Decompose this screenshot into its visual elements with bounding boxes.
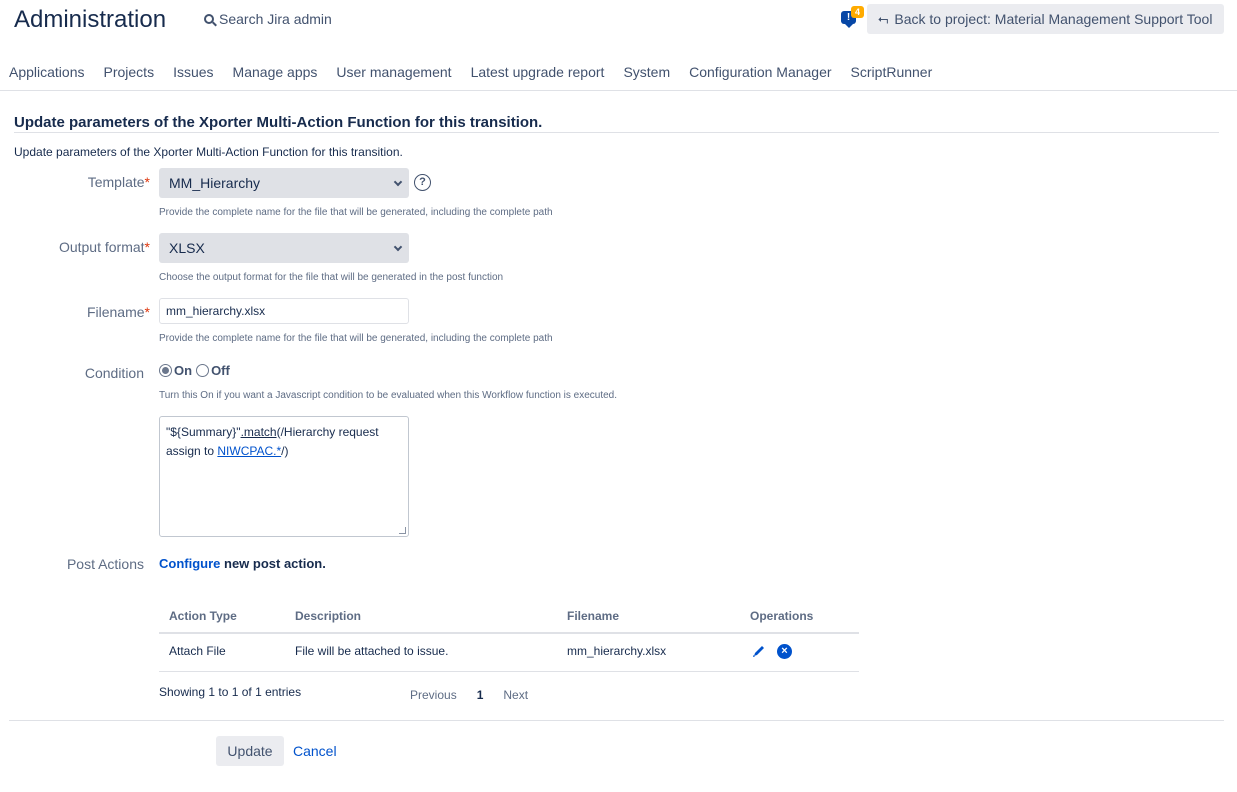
condition-description: Turn this On if you want a Javascript co… — [159, 390, 617, 401]
search-icon — [204, 14, 214, 24]
output-format-value: XLSX — [169, 240, 205, 256]
chevron-down-icon — [394, 243, 402, 251]
search-label: Search Jira admin — [219, 11, 332, 27]
template-label: Template* — [0, 174, 150, 190]
condition-on-radio[interactable] — [159, 364, 172, 377]
header-description: Description — [295, 609, 361, 623]
output-format-description: Choose the output format for the file th… — [159, 272, 503, 283]
intro-text: Update parameters of the Xporter Multi-A… — [14, 145, 403, 159]
condition-off-label[interactable]: Off — [211, 363, 230, 378]
post-actions-label: Post Actions — [0, 556, 144, 572]
nav-configuration-manager[interactable]: Configuration Manager — [680, 62, 841, 88]
nav-scriptrunner[interactable]: ScriptRunner — [842, 62, 943, 88]
table-header-divider — [159, 632, 859, 634]
configure-rest: new post action. — [220, 556, 325, 571]
code-summary: "${Summary}" — [166, 425, 241, 439]
pagination: Previous 1 Next — [410, 688, 548, 702]
filename-label: Filename* — [0, 304, 150, 320]
output-format-select[interactable]: XLSX — [159, 233, 409, 263]
back-to-project-label: Back to project: Material Management Sup… — [894, 11, 1212, 27]
code-project-key: NIWCPAC.* — [217, 444, 281, 458]
back-arrow-icon: ⮢ — [878, 11, 888, 27]
required-mark: * — [145, 174, 150, 190]
configure-row: Configure new post action. — [159, 556, 326, 571]
table-entries-info: Showing 1 to 1 of 1 entries — [159, 685, 301, 699]
condition-off-radio[interactable] — [196, 364, 209, 377]
nav-projects[interactable]: Projects — [95, 62, 165, 88]
page-title: Administration — [14, 6, 166, 34]
back-to-project-button[interactable]: ⮢ Back to project: Material Management S… — [867, 4, 1224, 34]
output-format-label: Output format* — [0, 239, 150, 255]
template-description: Provide the complete name for the file t… — [159, 207, 553, 218]
filename-description: Provide the complete name for the file t… — [159, 333, 553, 344]
header-filename: Filename — [567, 609, 619, 623]
nav-system[interactable]: System — [614, 62, 680, 88]
output-format-label-text: Output format — [59, 239, 145, 255]
template-label-text: Template — [88, 174, 145, 190]
required-mark: * — [145, 304, 150, 320]
header-action-type: Action Type — [169, 609, 237, 623]
filename-input[interactable]: mm_hierarchy.xlsx — [159, 298, 409, 324]
condition-script-textarea[interactable]: "${Summary}".match(/Hierarchy request as… — [159, 416, 409, 537]
nav-issues[interactable]: Issues — [164, 62, 223, 88]
resize-handle[interactable] — [399, 527, 406, 534]
edit-icon[interactable] — [752, 644, 766, 658]
help-icon[interactable]: ? — [414, 174, 431, 191]
filename-label-text: Filename — [87, 304, 145, 320]
delete-icon[interactable]: × — [777, 644, 792, 659]
pager-next[interactable]: Next — [503, 688, 528, 702]
code-match: .match — [241, 425, 277, 439]
nav-applications[interactable]: Applications — [0, 62, 95, 88]
template-value: MM_Hierarchy — [169, 175, 260, 191]
header-operations: Operations — [750, 609, 813, 623]
footer-divider — [9, 720, 1224, 721]
header: Administration Search Jira admin ! 4 ⮢ B… — [0, 0, 1237, 44]
notification-button[interactable]: ! 4 — [841, 6, 865, 28]
required-mark: * — [145, 239, 150, 255]
nav-latest-upgrade-report[interactable]: Latest upgrade report — [462, 62, 615, 88]
cell-description: File will be attached to issue. — [295, 644, 448, 658]
nav-divider — [0, 90, 1237, 91]
condition-on-label[interactable]: On — [174, 363, 192, 378]
chevron-down-icon — [394, 178, 402, 186]
table-row-divider — [159, 671, 859, 672]
condition-label: Condition — [0, 365, 144, 381]
configure-link[interactable]: Configure — [159, 556, 220, 571]
code-end: /) — [281, 444, 288, 458]
nav-manage-apps[interactable]: Manage apps — [224, 62, 328, 88]
update-button[interactable]: Update — [216, 736, 284, 766]
section-divider — [14, 132, 1219, 133]
pager-current-page[interactable]: 1 — [477, 688, 484, 702]
condition-radio-group: On Off — [159, 363, 234, 378]
pager-previous[interactable]: Previous — [410, 688, 457, 702]
section-title: Update parameters of the Xporter Multi-A… — [14, 114, 542, 131]
cell-filename: mm_hierarchy.xlsx — [567, 644, 666, 658]
notification-count: 4 — [851, 6, 864, 18]
nav-user-management[interactable]: User management — [327, 62, 461, 88]
cancel-link[interactable]: Cancel — [293, 743, 337, 759]
admin-nav: Applications Projects Issues Manage apps… — [0, 62, 942, 88]
cell-action-type: Attach File — [169, 644, 226, 658]
template-select[interactable]: MM_Hierarchy — [159, 168, 409, 198]
search-admin[interactable]: Search Jira admin — [204, 11, 332, 27]
